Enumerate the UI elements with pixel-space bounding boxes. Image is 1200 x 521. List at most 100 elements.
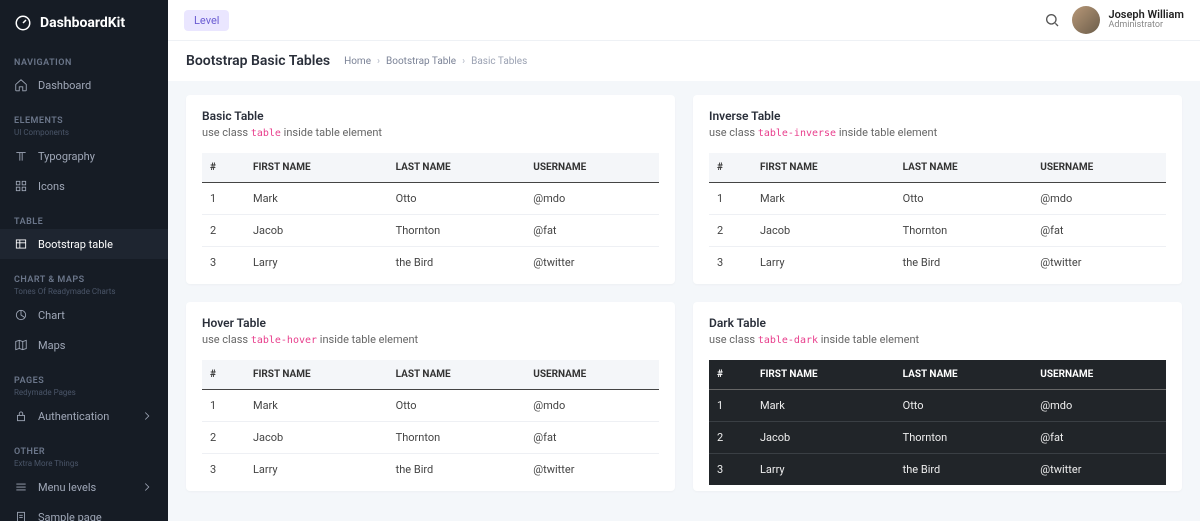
table-header: FIRST NAME <box>245 360 388 390</box>
pie-icon <box>14 308 28 322</box>
card-dark-table: Dark Tableuse class table-dark inside ta… <box>693 302 1182 491</box>
card-description: use class table-hover inside table eleme… <box>202 333 659 346</box>
table-cell: 2 <box>202 215 245 247</box>
table-header: USERNAME <box>1032 153 1166 183</box>
nav-header: PAGES <box>0 368 168 388</box>
card-basic-table: Basic Tableuse class table inside table … <box>186 95 675 284</box>
sidebar-item-menu-levels[interactable]: Menu levels <box>0 472 168 502</box>
sidebar-item-label: Dashboard <box>38 79 91 92</box>
sidebar-item-bootstrap-table[interactable]: Bootstrap table <box>0 229 168 259</box>
avatar <box>1072 6 1100 34</box>
table-cell: Mark <box>245 183 388 215</box>
brand-icon <box>14 14 32 32</box>
nav-subheader: UI Components <box>0 128 168 141</box>
table-cell: 1 <box>709 183 752 215</box>
table-cell: @twitter <box>1032 247 1166 279</box>
table-header: USERNAME <box>525 360 659 390</box>
sidebar-item-chart[interactable]: Chart <box>0 300 168 330</box>
table-cell: 3 <box>709 454 752 486</box>
sidebar-item-label: Chart <box>38 309 65 322</box>
map-icon <box>14 338 28 352</box>
table-cell: @twitter <box>1032 454 1166 486</box>
sidebar-item-icons[interactable]: Icons <box>0 171 168 201</box>
table-cell: Mark <box>752 390 895 422</box>
table-header: FIRST NAME <box>752 153 895 183</box>
table-cell: Jacob <box>752 422 895 454</box>
table-cell: @mdo <box>525 390 659 422</box>
table-row: 2JacobThornton@fat <box>202 215 659 247</box>
table-cell: Thornton <box>388 215 526 247</box>
sidebar-item-typography[interactable]: Typography <box>0 141 168 171</box>
table-cell: @twitter <box>525 454 659 486</box>
card-description: use class table-inverse inside table ele… <box>709 126 1166 139</box>
table-cell: 1 <box>202 390 245 422</box>
brand-logo[interactable]: DashboardKit <box>0 0 168 46</box>
table-icon <box>14 237 28 251</box>
table-cell: Jacob <box>245 422 388 454</box>
sidebar-item-label: Bootstrap table <box>38 238 113 251</box>
grid-icon <box>14 179 28 193</box>
table-cell: the Bird <box>895 247 1033 279</box>
breadcrumb-item[interactable]: Home <box>344 56 371 67</box>
home-icon <box>14 78 28 92</box>
data-table: #FIRST NAMELAST NAMEUSERNAME1MarkOtto@md… <box>709 153 1166 278</box>
table-row: 1MarkOtto@mdo <box>709 390 1166 422</box>
table-cell: @fat <box>525 422 659 454</box>
breadcrumb-item[interactable]: Bootstrap Table <box>386 56 456 67</box>
table-cell: 2 <box>709 422 752 454</box>
table-cell: 3 <box>202 454 245 486</box>
brand-text: DashboardKit <box>40 15 125 31</box>
level-badge[interactable]: Level <box>184 10 229 31</box>
table-cell: @fat <box>1032 215 1166 247</box>
type-icon <box>14 149 28 163</box>
sidebar-item-sample-page[interactable]: Sample page <box>0 502 168 521</box>
nav-header: TABLE <box>0 209 168 229</box>
breadcrumb-item: Basic Tables <box>471 56 527 67</box>
sidebar-item-dashboard[interactable]: Dashboard <box>0 70 168 100</box>
table-header: # <box>709 153 752 183</box>
sidebar-item-label: Sample page <box>38 511 102 521</box>
table-cell: 2 <box>202 422 245 454</box>
table-header: FIRST NAME <box>752 360 895 390</box>
table-row: 3Larrythe Bird@twitter <box>202 247 659 279</box>
table-cell: @mdo <box>525 183 659 215</box>
lock-icon <box>14 409 28 423</box>
table-cell: @mdo <box>1032 390 1166 422</box>
data-table: #FIRST NAMELAST NAMEUSERNAME1MarkOtto@md… <box>709 360 1166 485</box>
user-role: Administrator <box>1108 21 1184 31</box>
table-header: # <box>202 360 245 390</box>
card-title: Basic Table <box>202 109 659 123</box>
table-row: 1MarkOtto@mdo <box>202 390 659 422</box>
table-header: # <box>202 153 245 183</box>
table-cell: Mark <box>752 183 895 215</box>
table-cell: the Bird <box>388 247 526 279</box>
table-header: USERNAME <box>525 153 659 183</box>
chevron-right-icon <box>140 409 154 423</box>
search-icon[interactable] <box>1044 12 1060 28</box>
sidebar-item-maps[interactable]: Maps <box>0 330 168 360</box>
table-row: 2JacobThornton@fat <box>709 215 1166 247</box>
user-menu[interactable]: Joseph William Administrator <box>1072 6 1184 34</box>
data-table: #FIRST NAMELAST NAMEUSERNAME1MarkOtto@md… <box>202 153 659 278</box>
table-cell: Otto <box>895 390 1033 422</box>
table-row: 1MarkOtto@mdo <box>202 183 659 215</box>
sidebar-item-authentication[interactable]: Authentication <box>0 401 168 431</box>
card-title: Inverse Table <box>709 109 1166 123</box>
table-header: # <box>709 360 752 390</box>
table-header: FIRST NAME <box>245 153 388 183</box>
table-cell: Otto <box>388 183 526 215</box>
card-description: use class table-dark inside table elemen… <box>709 333 1166 346</box>
nav-subheader: Tones Of Readymade Charts <box>0 287 168 300</box>
nav-subheader: Extra More Things <box>0 459 168 472</box>
table-cell: Mark <box>245 390 388 422</box>
table-header: USERNAME <box>1032 360 1166 390</box>
table-header: LAST NAME <box>388 153 526 183</box>
table-row: 3Larrythe Bird@twitter <box>709 247 1166 279</box>
breadcrumb: Home›Bootstrap Table›Basic Tables <box>344 56 527 67</box>
table-cell: @twitter <box>525 247 659 279</box>
table-cell: the Bird <box>895 454 1033 486</box>
sidebar: DashboardKit NAVIGATIONDashboardELEMENTS… <box>0 0 168 521</box>
code-class: table-dark <box>758 335 818 346</box>
table-cell: 3 <box>709 247 752 279</box>
table-cell: Otto <box>388 390 526 422</box>
